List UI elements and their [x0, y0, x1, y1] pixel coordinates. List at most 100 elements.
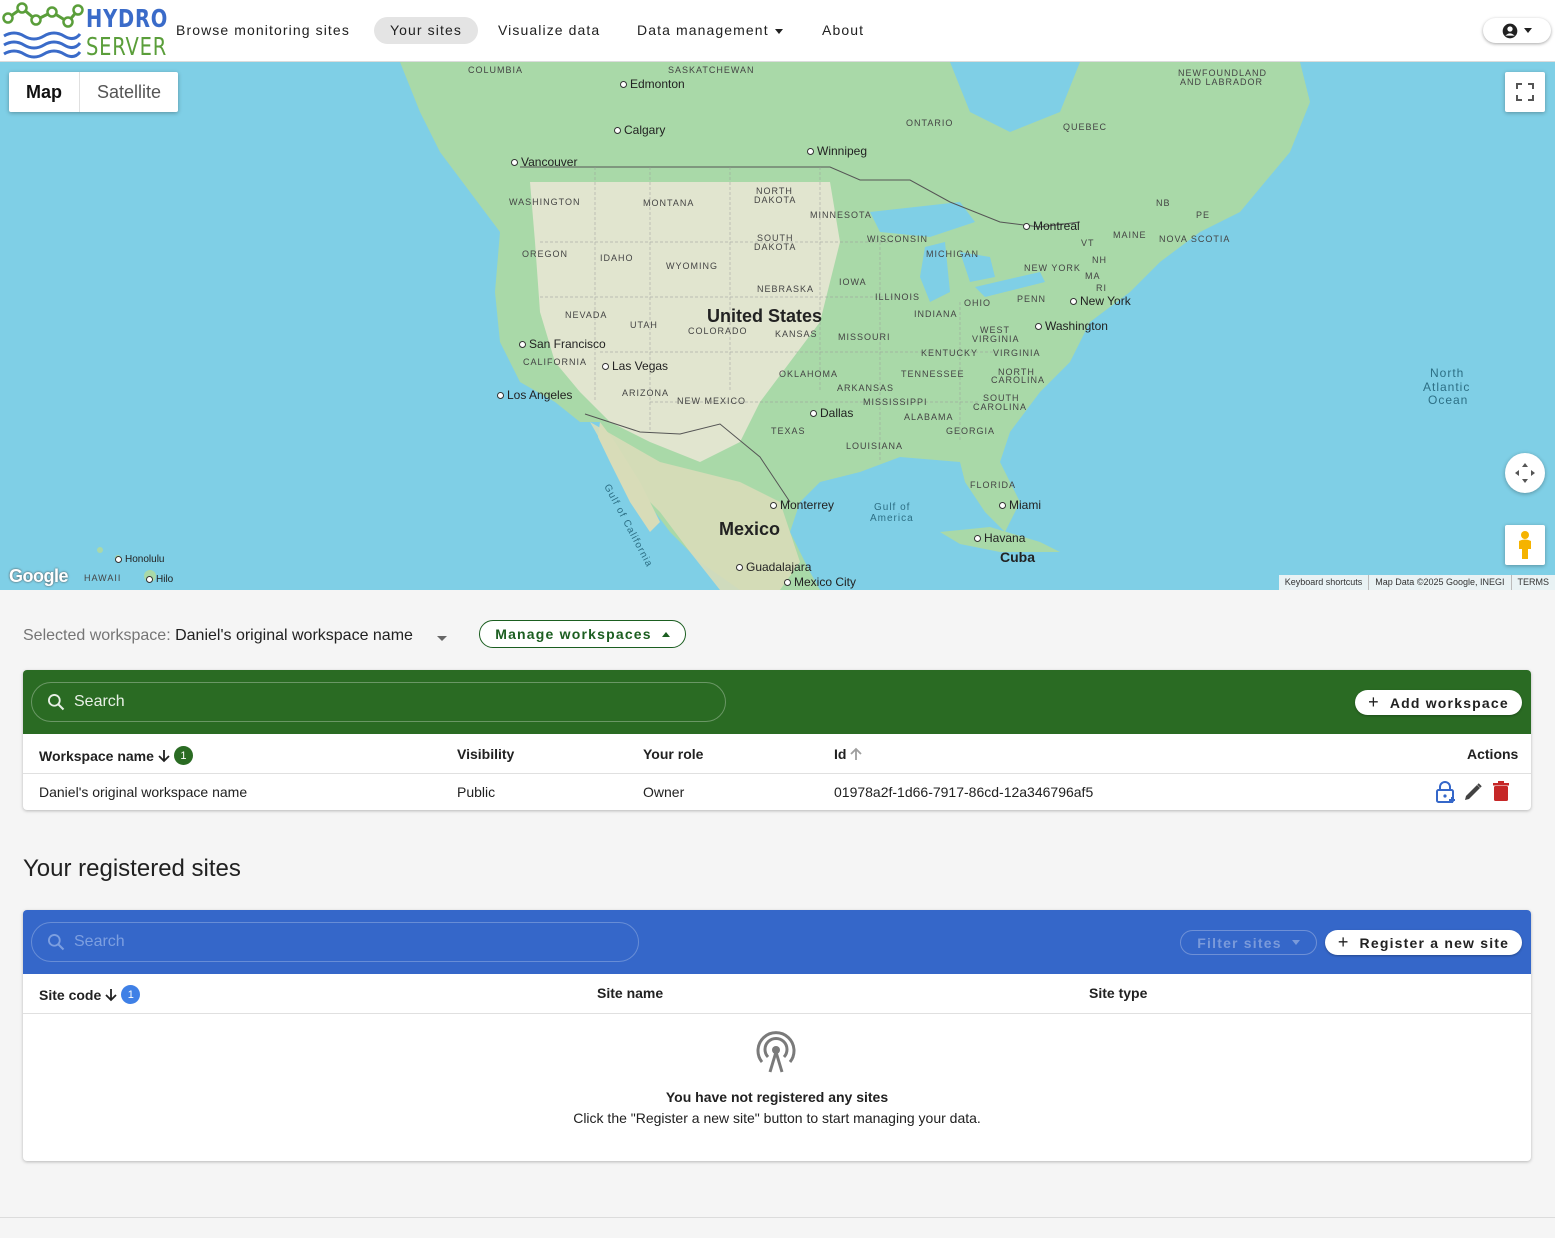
map-label-nebraska: NEBRASKA	[757, 284, 815, 294]
nav-visualize-data[interactable]: Visualize data	[482, 17, 616, 44]
fullscreen-button[interactable]	[1505, 72, 1545, 112]
registered-sites-title: Your registered sites	[23, 855, 241, 882]
workspaces-table: + Add workspace Workspace name 1 Visibil…	[23, 670, 1531, 810]
column-header-id[interactable]: Id	[834, 746, 863, 762]
map-city-monterrey: Monterrey	[770, 498, 834, 512]
manage-workspaces-button[interactable]: Manage workspaces	[479, 620, 686, 648]
terms-link[interactable]: TERMS	[1510, 575, 1555, 590]
header-divider	[23, 1013, 1531, 1014]
empty-state-title: You have not registered any sites	[665, 1089, 889, 1105]
map-label-illinois: ILLINOIS	[875, 292, 921, 302]
map-label-quebec: QUEBEC	[1063, 122, 1108, 132]
register-new-site-button[interactable]: + Register a new site	[1325, 930, 1522, 955]
map-city-havana: Havana	[974, 531, 1025, 545]
map-label-alabama: ALABAMA	[904, 412, 954, 422]
sites-table: Filter sites + Register a new site Site …	[23, 910, 1531, 1161]
map-label-north-carolina-2: CAROLINA	[991, 375, 1046, 385]
filter-sites-button[interactable]: Filter sites	[1180, 930, 1317, 955]
keyboard-shortcuts-link[interactable]: Keyboard shortcuts	[1279, 575, 1369, 590]
map-label-kansas: KANSAS	[775, 329, 818, 339]
map-label-ri: RI	[1096, 283, 1107, 293]
map-label-nova-scotia: NOVA SCOTIA	[1159, 234, 1231, 244]
dropdown-arrow-icon[interactable]	[437, 636, 447, 641]
map-city-calgary: Calgary	[614, 123, 665, 137]
camera-control-button[interactable]	[1505, 453, 1545, 493]
map-city-montreal: Montreal	[1023, 219, 1080, 233]
map-label-maine: MAINE	[1113, 230, 1147, 240]
hydroserver-logo[interactable]: HYDRO SERVER	[2, 2, 167, 61]
sort-order-badge: 1	[121, 985, 141, 1004]
map-label-mississippi: MISSISSIPPI	[863, 397, 928, 407]
map-label-nb: NB	[1156, 198, 1171, 208]
map-label-south-carolina-2: CAROLINA	[973, 402, 1028, 412]
map-type-map-button[interactable]: Map	[9, 72, 79, 112]
column-header-site-code-label: Site code	[39, 986, 102, 1003]
map-city-new-york: New York	[1070, 294, 1131, 308]
map-label-oregon: OREGON	[522, 249, 569, 259]
map-label-ontario: ONTARIO	[906, 118, 954, 128]
map-city-guadalajara: Guadalajara	[736, 560, 811, 574]
workspace-selector-label: Selected workspace:	[23, 627, 171, 644]
top-navigation-bar: HYDRO SERVER Browse monitoring sites You…	[0, 0, 1555, 62]
map-city-las-vegas: Las Vegas	[602, 359, 668, 373]
map-city-san-francisco: San Francisco	[519, 337, 606, 351]
column-header-site-name[interactable]: Site name	[597, 985, 663, 1001]
column-header-site-code[interactable]: Site code 1	[39, 985, 141, 1004]
map-label-ma: MA	[1085, 271, 1101, 281]
map-type-satellite-button[interactable]: Satellite	[79, 72, 178, 112]
map-city-los-angeles: Los Angeles	[497, 388, 572, 402]
map-label-oklahoma: OKLAHOMA	[779, 369, 839, 379]
map-country-us: United States	[707, 306, 823, 326]
nav-about[interactable]: About	[806, 17, 880, 44]
nav-your-sites[interactable]: Your sites	[374, 17, 478, 44]
street-view-pegman-button[interactable]	[1505, 525, 1545, 565]
workspace-selector[interactable]: Selected workspace: Daniel's original wo…	[23, 627, 413, 645]
site-search-input[interactable]	[74, 933, 548, 951]
map-label-utah: UTAH	[630, 320, 658, 330]
map-city-edmonton: Edmonton	[620, 77, 685, 91]
map-label-arizona: ARIZONA	[622, 388, 670, 398]
lock-add-icon[interactable]	[1435, 780, 1457, 804]
map-label-michigan: MICHIGAN	[926, 249, 979, 259]
add-workspace-button[interactable]: + Add workspace	[1355, 690, 1522, 715]
edit-pencil-icon[interactable]	[1463, 782, 1483, 802]
map-label-indiana: INDIANA	[914, 309, 958, 319]
cell-visibility: Public	[457, 784, 496, 800]
map-city-dallas: Dallas	[810, 406, 853, 420]
workspace-selector-value: Daniel's original workspace name	[175, 627, 413, 644]
map-label-west-virginia-2: VIRGINIA	[972, 334, 1020, 344]
cell-id: 01978a2f-1d66-7917-86cd-12a346796af5	[834, 784, 1094, 800]
nav-browse-monitoring-sites[interactable]: Browse monitoring sites	[160, 17, 366, 44]
logo-text-server: SERVER	[86, 32, 168, 61]
column-header-your-role[interactable]: Your role	[643, 746, 703, 762]
nav-data-management[interactable]: Data management	[621, 17, 799, 44]
map-city-hilo: Hilo	[146, 574, 173, 585]
workspace-search-box[interactable]	[31, 682, 726, 722]
map-label-wisconsin: WISCONSIN	[867, 234, 929, 244]
column-header-site-type[interactable]: Site type	[1089, 985, 1147, 1001]
map-label-florida: FLORIDA	[970, 480, 1017, 490]
fullscreen-icon	[1516, 83, 1534, 101]
plus-icon: +	[1337, 932, 1350, 952]
map-label-north-dakota-2: DAKOTA	[754, 195, 797, 205]
site-search-box[interactable]	[31, 922, 639, 962]
map-label-vt: VT	[1081, 238, 1095, 248]
sites-map[interactable]: COLUMBIA SASKATCHEWAN NEWFOUNDLAND AND L…	[0, 62, 1555, 590]
map-label-tennessee: TENNESSEE	[901, 369, 965, 379]
map-city-vancouver: Vancouver	[511, 155, 577, 169]
workspace-search-input[interactable]	[74, 693, 618, 711]
footer-divider	[0, 1217, 1555, 1218]
account-menu-button[interactable]	[1483, 18, 1551, 43]
caret-down-icon	[774, 28, 783, 34]
account-circle-icon	[1502, 23, 1518, 38]
map-label-texas: TEXAS	[771, 426, 806, 436]
column-header-visibility[interactable]: Visibility	[457, 746, 514, 762]
cell-role: Owner	[643, 784, 685, 800]
pegman-icon	[1519, 531, 1531, 559]
map-attribution: Keyboard shortcuts Map Data ©2025 Google…	[1278, 575, 1555, 590]
map-label-saskatchewan: SASKATCHEWAN	[668, 65, 755, 75]
sort-order-badge: 1	[173, 746, 193, 765]
workspaces-table-toolbar: + Add workspace	[23, 670, 1531, 734]
delete-trash-icon[interactable]	[1492, 781, 1510, 802]
column-header-workspace-name[interactable]: Workspace name 1	[39, 746, 193, 765]
